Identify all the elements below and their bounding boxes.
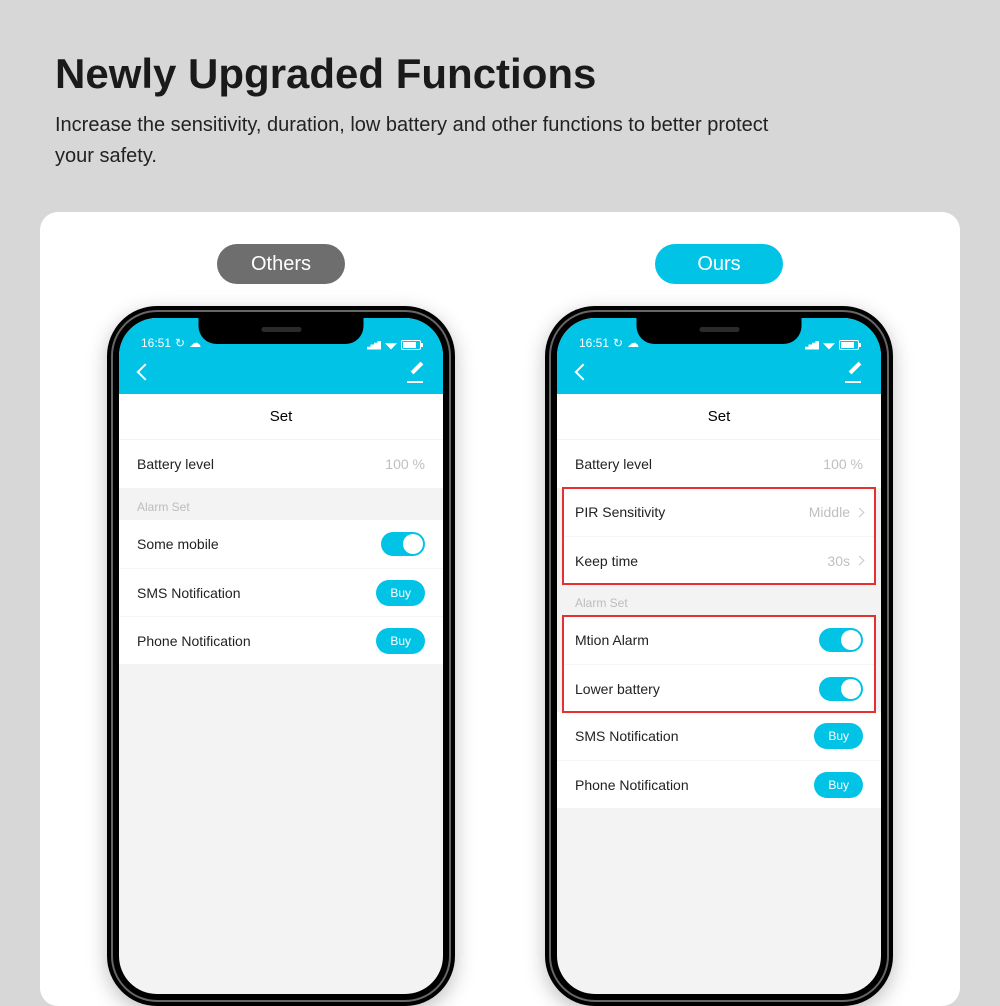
pill-others: Others bbox=[217, 244, 345, 284]
label: Phone Notification bbox=[575, 777, 689, 793]
phone-notch bbox=[637, 318, 802, 344]
chevron-right-icon bbox=[855, 556, 865, 566]
edit-icon[interactable] bbox=[845, 363, 865, 383]
row-some-mobile[interactable]: Some mobile bbox=[119, 520, 443, 568]
row-sms-notification[interactable]: SMS Notification Buy bbox=[119, 568, 443, 616]
signal-icon bbox=[367, 341, 381, 350]
value: Middle bbox=[809, 504, 863, 520]
value: 100 % bbox=[385, 456, 425, 472]
buy-button-sms[interactable]: Buy bbox=[376, 580, 425, 606]
status-cloud-icon: ☁ bbox=[189, 336, 201, 350]
status-time: 16:51 bbox=[579, 336, 609, 350]
back-icon[interactable] bbox=[135, 363, 155, 383]
value: 100 % bbox=[823, 456, 863, 472]
pill-ours: Ours bbox=[655, 244, 783, 284]
comparison-stage: Others 16:51 ↻ ☁ bbox=[40, 212, 960, 1006]
row-sms-notification[interactable]: SMS Notification Buy bbox=[557, 712, 881, 760]
section-header-alarm: Alarm Set bbox=[119, 488, 443, 520]
screen-title: Set bbox=[557, 394, 881, 440]
battery-icon bbox=[401, 340, 421, 350]
highlight-alarm-group: Mtion Alarm Lower battery bbox=[563, 616, 875, 712]
phone-others: 16:51 ↻ ☁ Set bbox=[107, 306, 455, 1006]
toggle-lower-battery[interactable] bbox=[819, 677, 863, 701]
status-time: 16:51 bbox=[141, 336, 171, 350]
toggle-motion-alarm[interactable] bbox=[819, 628, 863, 652]
label: Lower battery bbox=[575, 681, 660, 697]
wifi-icon bbox=[823, 341, 835, 350]
column-ours: Ours 16:51 ↻ ☁ bbox=[545, 244, 893, 1006]
section-header-alarm: Alarm Set bbox=[557, 584, 881, 616]
phone-ours: 16:51 ↻ ☁ Set bbox=[545, 306, 893, 1006]
label: PIR Sensitivity bbox=[575, 504, 665, 520]
back-icon[interactable] bbox=[573, 363, 593, 383]
status-sync-icon: ↻ bbox=[613, 336, 623, 350]
chevron-right-icon bbox=[855, 507, 865, 517]
label: SMS Notification bbox=[137, 585, 240, 601]
label: Mtion Alarm bbox=[575, 632, 649, 648]
edit-icon[interactable] bbox=[407, 363, 427, 383]
wifi-icon bbox=[385, 341, 397, 350]
highlight-sensitivity-group: PIR Sensitivity Middle Keep time 30s bbox=[563, 488, 875, 584]
toggle-some-mobile[interactable] bbox=[381, 532, 425, 556]
column-others: Others 16:51 ↻ ☁ bbox=[107, 244, 455, 1006]
page-title: Newly Upgraded Functions bbox=[0, 0, 1000, 110]
value: 30s bbox=[827, 553, 863, 569]
screen-title: Set bbox=[119, 394, 443, 440]
signal-icon bbox=[805, 341, 819, 350]
nav-bar bbox=[557, 352, 881, 394]
row-battery-level: Battery level 100 % bbox=[119, 440, 443, 488]
phone-notch bbox=[199, 318, 364, 344]
label: Battery level bbox=[575, 456, 652, 472]
row-motion-alarm[interactable]: Mtion Alarm bbox=[563, 616, 875, 664]
buy-button-phone[interactable]: Buy bbox=[814, 772, 863, 798]
label: Phone Notification bbox=[137, 633, 251, 649]
row-phone-notification[interactable]: Phone Notification Buy bbox=[557, 760, 881, 808]
page-subtitle: Increase the sensitivity, duration, low … bbox=[0, 110, 840, 172]
label: Battery level bbox=[137, 456, 214, 472]
buy-button-phone[interactable]: Buy bbox=[376, 628, 425, 654]
battery-icon bbox=[839, 340, 859, 350]
label: SMS Notification bbox=[575, 728, 678, 744]
status-sync-icon: ↻ bbox=[175, 336, 185, 350]
row-battery-level: Battery level 100 % bbox=[557, 440, 881, 488]
nav-bar bbox=[119, 352, 443, 394]
label: Keep time bbox=[575, 553, 638, 569]
row-pir-sensitivity[interactable]: PIR Sensitivity Middle bbox=[563, 488, 875, 536]
buy-button-sms[interactable]: Buy bbox=[814, 723, 863, 749]
status-cloud-icon: ☁ bbox=[627, 336, 639, 350]
row-phone-notification[interactable]: Phone Notification Buy bbox=[119, 616, 443, 664]
row-keep-time[interactable]: Keep time 30s bbox=[563, 536, 875, 584]
label: Some mobile bbox=[137, 536, 219, 552]
row-lower-battery[interactable]: Lower battery bbox=[563, 664, 875, 712]
